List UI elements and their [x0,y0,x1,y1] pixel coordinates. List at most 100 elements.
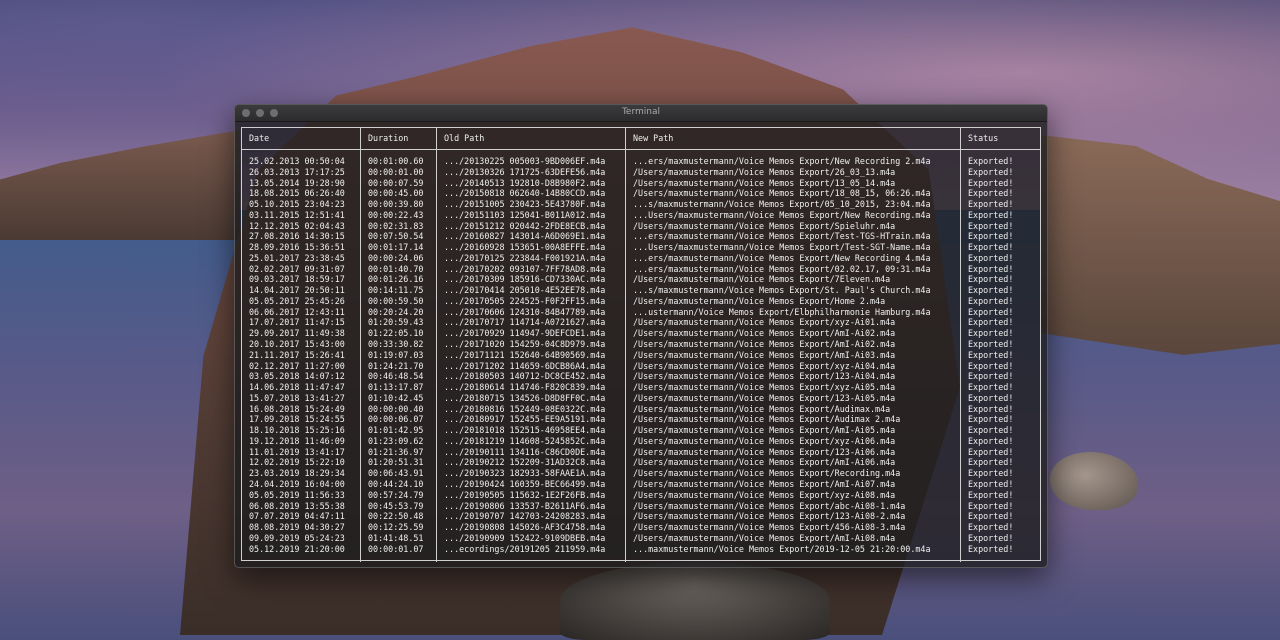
header-duration: Duration [361,128,437,149]
table-body: 25.02.2013 00:50:04 00:01:00.60 .../201302… [242,150,1040,562]
date-cell: 05.05.2017 25:45:26 [249,295,345,306]
duration-cell: 01:13:17.87 [368,382,424,393]
new-path-cell: /Users/maxmustermann/Voice Memos Export/… [633,522,906,533]
old-path-cell: .../20181219 114608-5245852C.m4a [444,435,606,446]
old-path-cell: .../20190808 145026-AF3C4758.m4a [444,522,606,533]
duration-cell: 01:23:09.62 [368,435,424,446]
duration-cell: 00:33:30.82 [368,339,424,350]
status-cell: Exported! [968,425,1014,436]
table-row: 25.01.2017 23:38:45 00:00:24.06 .../201701… [242,253,1040,264]
table-row: 05.12.2019 21:20:00 00:00:01.07 ...ecordin… [242,544,1040,555]
table-row: 02.02.2017 09:31:07 00:01:40.70 .../201702… [242,264,1040,275]
date-cell: 09.03.2017 18:59:17 [249,274,345,285]
old-path-cell: .../20180715 134526-D8D8FF0C.m4a [444,392,606,403]
new-path-cell: /Users/maxmustermann/Voice Memos Export/… [633,392,896,403]
status-cell: Exported! [968,478,1014,489]
duration-cell: 00:00:24.06 [368,252,424,263]
table-row: 12.12.2015 02:04:43 00:02:31.83 .../201512… [242,221,1040,232]
old-path-cell: .../20190212 152209-31AD32C8.m4a [444,457,606,468]
duration-cell: 01:01:42.95 [368,425,424,436]
status-cell: Exported! [968,382,1014,393]
date-cell: 06.08.2019 13:55:38 [249,500,345,511]
duration-cell: 00:57:24.79 [368,489,424,500]
old-path-cell: .../20190111 134116-C86CD0DE.m4a [444,446,606,457]
status-cell: Exported! [968,500,1014,511]
date-cell: 14.04.2017 20:50:11 [249,285,345,296]
new-path-cell: /Users/maxmustermann/Voice Memos Export/… [633,500,906,511]
table-header: Date Duration Old Path New Path Status [242,128,1040,150]
new-path-cell: /Users/maxmustermann/Voice Memos Export/… [633,166,896,177]
old-path-cell: .../20130326 171725-63DEFE56.m4a [444,166,606,177]
new-path-cell: /Users/maxmustermann/Voice Memos Export/… [633,457,896,468]
date-cell: 08.08.2019 04:30:27 [249,522,345,533]
status-cell: Exported! [968,263,1014,274]
date-cell: 19.12.2018 11:46:09 [249,435,345,446]
new-path-cell: /Users/maxmustermann/Voice Memos Export/… [633,274,891,285]
title-bar[interactable]: Terminal [235,105,1047,122]
date-cell: 12.02.2019 15:22:10 [249,457,345,468]
duration-cell: 00:46:48.54 [368,371,424,382]
old-path-cell: .../20190806 133537-B2611AF6.m4a [444,500,606,511]
status-cell: Exported! [968,274,1014,285]
date-cell: 02.02.2017 09:31:07 [249,263,345,274]
old-path-cell: .../20180917 152455-EE9A5191.m4a [444,414,606,425]
new-path-cell: /Users/maxmustermann/Voice Memos Export/… [633,295,886,306]
new-path-cell: ...ustermann/Voice Memos Export/Elbphilh… [633,306,931,317]
table-row: 11.01.2019 13:41:17 01:21:36.97 .../201901… [242,447,1040,458]
duration-cell: 00:07:50.54 [368,231,424,242]
status-cell: Exported! [968,231,1014,242]
new-path-cell: /Users/maxmustermann/Voice Memos Export/… [633,489,896,500]
status-cell: Exported! [968,468,1014,479]
new-path-cell: /Users/maxmustermann/Voice Memos Export/… [633,371,896,382]
old-path-cell: .../20160827 143014-A6D069E1.m4a [444,231,606,242]
status-cell: Exported! [968,220,1014,231]
export-table: Date Duration Old Path New Path Status 2… [241,127,1041,562]
table-row: 18.10.2018 15:25:16 01:01:42.95 .../201810… [242,425,1040,436]
old-path-cell: .../20180503 140712-DC8CE452.m4a [444,371,606,382]
status-cell: Exported! [968,543,1014,554]
old-path-cell: .../20170717 114714-A0721627.m4a [444,317,606,328]
status-cell: Exported! [968,166,1014,177]
new-path-cell: ...ers/maxmustermann/Voice Memos Export/… [633,231,931,242]
date-cell: 17.07.2017 11:47:15 [249,317,345,328]
terminal-window[interactable]: Terminal Date Duration Old Path New Path… [234,104,1048,568]
date-cell: 05.10.2015 23:04:23 [249,199,345,210]
date-cell: 14.06.2018 11:47:47 [249,382,345,393]
date-cell: 20.10.2017 15:43:00 [249,339,345,350]
new-path-cell: /Users/maxmustermann/Voice Memos Export/… [633,339,896,350]
status-cell: Exported! [968,177,1014,188]
old-path-cell: .../20151103 125041-B011A012.m4a [444,209,606,220]
duration-cell: 00:02:31.83 [368,220,424,231]
old-path-cell: .../20151212 020442-2FDE8ECB.m4a [444,220,606,231]
duration-cell: 00:45:53.79 [368,500,424,511]
status-cell: Exported! [968,435,1014,446]
duration-cell: 00:20:24.20 [368,306,424,317]
old-path-cell: .../20170606 124310-84B47789.m4a [444,306,606,317]
duration-cell: 00:00:00.40 [368,403,424,414]
duration-cell: 00:01:26.16 [368,274,424,285]
old-path-cell: .../20170309 185916-CD7330AC.m4a [444,274,606,285]
duration-cell: 00:00:01.07 [368,543,424,554]
table-row: 02.12.2017 11:27:00 01:24:21.70 .../201712… [242,361,1040,372]
date-cell: 23.03.2019 18:29:34 [249,468,345,479]
new-path-cell: /Users/maxmustermann/Voice Memos Export/… [633,382,896,393]
old-path-cell: .../20170414 205010-4E52EE78.m4a [444,285,606,296]
table-row: 03.05.2018 14:07:12 00:46:48.54 .../201805… [242,371,1040,382]
status-cell: Exported! [968,489,1014,500]
date-cell: 26.03.2013 17:17:25 [249,166,345,177]
new-path-cell: /Users/maxmustermann/Voice Memos Export/… [633,317,896,328]
status-cell: Exported! [968,285,1014,296]
date-cell: 09.09.2019 05:24:23 [249,532,345,543]
new-path-cell: ...ers/maxmustermann/Voice Memos Export/… [633,156,931,166]
status-cell: Exported! [968,339,1014,350]
status-cell: Exported! [968,328,1014,339]
date-cell: 11.01.2019 13:41:17 [249,446,345,457]
duration-cell: 01:19:07.03 [368,349,424,360]
new-path-cell: /Users/maxmustermann/Voice Memos Export/… [633,349,896,360]
table-row: 23.03.2019 18:29:34 00:06:43.91 .../201903… [242,468,1040,479]
new-path-cell: /Users/maxmustermann/Voice Memos Export/… [633,177,896,188]
duration-cell: 00:01:40.70 [368,263,424,274]
new-path-cell: /Users/maxmustermann/Voice Memos Export/… [633,511,906,522]
new-path-cell: /Users/maxmustermann/Voice Memos Export/… [633,328,896,339]
old-path-cell: .../20190909 152422-9109DBEB.m4a [444,532,606,543]
